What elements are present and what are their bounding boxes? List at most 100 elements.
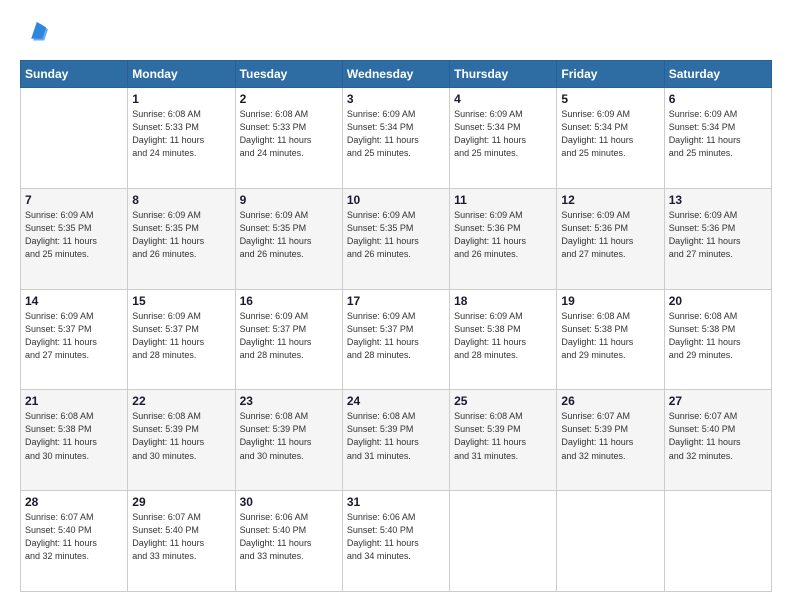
- day-info: Sunrise: 6:08 AM Sunset: 5:33 PM Dayligh…: [240, 108, 338, 160]
- day-info: Sunrise: 6:08 AM Sunset: 5:38 PM Dayligh…: [25, 410, 123, 462]
- day-info: Sunrise: 6:09 AM Sunset: 5:35 PM Dayligh…: [25, 209, 123, 261]
- calendar-cell: 18 Sunrise: 6:09 AM Sunset: 5:38 PM Dayli…: [450, 289, 557, 390]
- day-number: 5: [561, 92, 659, 106]
- day-info: Sunrise: 6:08 AM Sunset: 5:38 PM Dayligh…: [561, 310, 659, 362]
- calendar-cell: 13Sunrise: 6:09 AM Sunset: 5:36 PM Dayli…: [664, 188, 771, 289]
- calendar-cell: 25 Sunrise: 6:08 AM Sunset: 5:39 PM Dayli…: [450, 390, 557, 491]
- day-info: Sunrise: 6:09 AM Sunset: 5:38 PM Dayligh…: [454, 310, 552, 362]
- logo: [20, 20, 50, 48]
- calendar-cell: [21, 88, 128, 189]
- day-number: 21: [25, 394, 123, 408]
- day-info: Sunrise: 6:09 AM Sunset: 5:37 PM Dayligh…: [347, 310, 445, 362]
- calendar-header-row: Sunday Monday Tuesday Wednesday Thursday…: [21, 61, 772, 88]
- day-info: Sunrise: 6:09 AM Sunset: 5:37 PM Dayligh…: [240, 310, 338, 362]
- calendar-cell: 23Sunrise: 6:08 AM Sunset: 5:39 PM Dayli…: [235, 390, 342, 491]
- calendar-cell: 17 Sunrise: 6:09 AM Sunset: 5:37 PM Dayli…: [342, 289, 449, 390]
- day-number: 1: [132, 92, 230, 106]
- day-number: 25: [454, 394, 552, 408]
- calendar-cell: 7Sunrise: 6:09 AM Sunset: 5:35 PM Daylig…: [21, 188, 128, 289]
- day-number: 12: [561, 193, 659, 207]
- day-info: Sunrise: 6:09 AM Sunset: 5:34 PM Dayligh…: [669, 108, 767, 160]
- calendar-cell: 27 Sunrise: 6:07 AM Sunset: 5:40 PM Dayli…: [664, 390, 771, 491]
- calendar-week-row: 21 Sunrise: 6:08 AM Sunset: 5:38 PM Dayli…: [21, 390, 772, 491]
- calendar-cell: 22 Sunrise: 6:08 AM Sunset: 5:39 PM Dayli…: [128, 390, 235, 491]
- day-number: 9: [240, 193, 338, 207]
- day-info: Sunrise: 6:09 AM Sunset: 5:36 PM Dayligh…: [669, 209, 767, 261]
- calendar-cell: 10Sunrise: 6:09 AM Sunset: 5:35 PM Dayli…: [342, 188, 449, 289]
- day-number: 6: [669, 92, 767, 106]
- calendar-cell: 26 Sunrise: 6:07 AM Sunset: 5:39 PM Dayli…: [557, 390, 664, 491]
- header-monday: Monday: [128, 61, 235, 88]
- calendar-cell: 9 Sunrise: 6:09 AM Sunset: 5:35 PM Daylig…: [235, 188, 342, 289]
- day-number: 22: [132, 394, 230, 408]
- day-number: 26: [561, 394, 659, 408]
- calendar-cell: 4 Sunrise: 6:09 AM Sunset: 5:34 PM Daylig…: [450, 88, 557, 189]
- day-info: Sunrise: 6:09 AM Sunset: 5:37 PM Dayligh…: [25, 310, 123, 362]
- day-number: 14: [25, 294, 123, 308]
- calendar-cell: 6 Sunrise: 6:09 AM Sunset: 5:34 PM Daylig…: [664, 88, 771, 189]
- calendar-cell: 14 Sunrise: 6:09 AM Sunset: 5:37 PM Dayli…: [21, 289, 128, 390]
- calendar-cell: 8 Sunrise: 6:09 AM Sunset: 5:35 PM Daylig…: [128, 188, 235, 289]
- day-number: 16: [240, 294, 338, 308]
- day-number: 31: [347, 495, 445, 509]
- calendar-cell: 2 Sunrise: 6:08 AM Sunset: 5:33 PM Daylig…: [235, 88, 342, 189]
- day-number: 2: [240, 92, 338, 106]
- day-number: 30: [240, 495, 338, 509]
- day-info: Sunrise: 6:07 AM Sunset: 5:39 PM Dayligh…: [561, 410, 659, 462]
- page: Sunday Monday Tuesday Wednesday Thursday…: [0, 0, 792, 612]
- day-number: 4: [454, 92, 552, 106]
- day-info: Sunrise: 6:07 AM Sunset: 5:40 PM Dayligh…: [132, 511, 230, 563]
- day-number: 11: [454, 193, 552, 207]
- day-info: Sunrise: 6:08 AM Sunset: 5:38 PM Dayligh…: [669, 310, 767, 362]
- day-number: 27: [669, 394, 767, 408]
- day-number: 3: [347, 92, 445, 106]
- calendar-week-row: 1 Sunrise: 6:08 AM Sunset: 5:33 PM Daylig…: [21, 88, 772, 189]
- day-info: Sunrise: 6:08 AM Sunset: 5:39 PM Dayligh…: [132, 410, 230, 462]
- calendar-cell: 1 Sunrise: 6:08 AM Sunset: 5:33 PM Daylig…: [128, 88, 235, 189]
- calendar-cell: 16 Sunrise: 6:09 AM Sunset: 5:37 PM Dayli…: [235, 289, 342, 390]
- header-wednesday: Wednesday: [342, 61, 449, 88]
- day-info: Sunrise: 6:09 AM Sunset: 5:37 PM Dayligh…: [132, 310, 230, 362]
- day-info: Sunrise: 6:09 AM Sunset: 5:35 PM Dayligh…: [240, 209, 338, 261]
- day-number: 18: [454, 294, 552, 308]
- calendar-cell: 20 Sunrise: 6:08 AM Sunset: 5:38 PM Dayli…: [664, 289, 771, 390]
- day-info: Sunrise: 6:09 AM Sunset: 5:34 PM Dayligh…: [561, 108, 659, 160]
- calendar-cell: 30 Sunrise: 6:06 AM Sunset: 5:40 PM Dayli…: [235, 491, 342, 592]
- day-number: 15: [132, 294, 230, 308]
- header: [20, 20, 772, 48]
- day-info: Sunrise: 6:06 AM Sunset: 5:40 PM Dayligh…: [240, 511, 338, 563]
- calendar-cell: 21 Sunrise: 6:08 AM Sunset: 5:38 PM Dayli…: [21, 390, 128, 491]
- calendar-table: Sunday Monday Tuesday Wednesday Thursday…: [20, 60, 772, 592]
- day-info: Sunrise: 6:07 AM Sunset: 5:40 PM Dayligh…: [669, 410, 767, 462]
- header-saturday: Saturday: [664, 61, 771, 88]
- calendar-cell: 11 Sunrise: 6:09 AM Sunset: 5:36 PM Dayli…: [450, 188, 557, 289]
- calendar-cell: 15 Sunrise: 6:09 AM Sunset: 5:37 PM Dayli…: [128, 289, 235, 390]
- logo-icon: [20, 20, 48, 48]
- day-info: Sunrise: 6:08 AM Sunset: 5:39 PM Dayligh…: [454, 410, 552, 462]
- calendar-cell: [664, 491, 771, 592]
- day-info: Sunrise: 6:09 AM Sunset: 5:35 PM Dayligh…: [347, 209, 445, 261]
- day-info: Sunrise: 6:09 AM Sunset: 5:35 PM Dayligh…: [132, 209, 230, 261]
- calendar-week-row: 28Sunrise: 6:07 AM Sunset: 5:40 PM Dayli…: [21, 491, 772, 592]
- day-info: Sunrise: 6:09 AM Sunset: 5:34 PM Dayligh…: [454, 108, 552, 160]
- header-thursday: Thursday: [450, 61, 557, 88]
- day-info: Sunrise: 6:09 AM Sunset: 5:34 PM Dayligh…: [347, 108, 445, 160]
- day-info: Sunrise: 6:07 AM Sunset: 5:40 PM Dayligh…: [25, 511, 123, 563]
- day-number: 19: [561, 294, 659, 308]
- calendar-week-row: 14 Sunrise: 6:09 AM Sunset: 5:37 PM Dayli…: [21, 289, 772, 390]
- day-number: 8: [132, 193, 230, 207]
- day-number: 24: [347, 394, 445, 408]
- calendar-cell: 24 Sunrise: 6:08 AM Sunset: 5:39 PM Dayli…: [342, 390, 449, 491]
- day-number: 17: [347, 294, 445, 308]
- day-info: Sunrise: 6:09 AM Sunset: 5:36 PM Dayligh…: [454, 209, 552, 261]
- day-info: Sunrise: 6:08 AM Sunset: 5:33 PM Dayligh…: [132, 108, 230, 160]
- calendar-cell: 28Sunrise: 6:07 AM Sunset: 5:40 PM Dayli…: [21, 491, 128, 592]
- header-tuesday: Tuesday: [235, 61, 342, 88]
- calendar-cell: 29Sunrise: 6:07 AM Sunset: 5:40 PM Dayli…: [128, 491, 235, 592]
- calendar-cell: 12 Sunrise: 6:09 AM Sunset: 5:36 PM Dayli…: [557, 188, 664, 289]
- header-sunday: Sunday: [21, 61, 128, 88]
- day-info: Sunrise: 6:08 AM Sunset: 5:39 PM Dayligh…: [347, 410, 445, 462]
- day-number: 23: [240, 394, 338, 408]
- day-info: Sunrise: 6:09 AM Sunset: 5:36 PM Dayligh…: [561, 209, 659, 261]
- day-number: 20: [669, 294, 767, 308]
